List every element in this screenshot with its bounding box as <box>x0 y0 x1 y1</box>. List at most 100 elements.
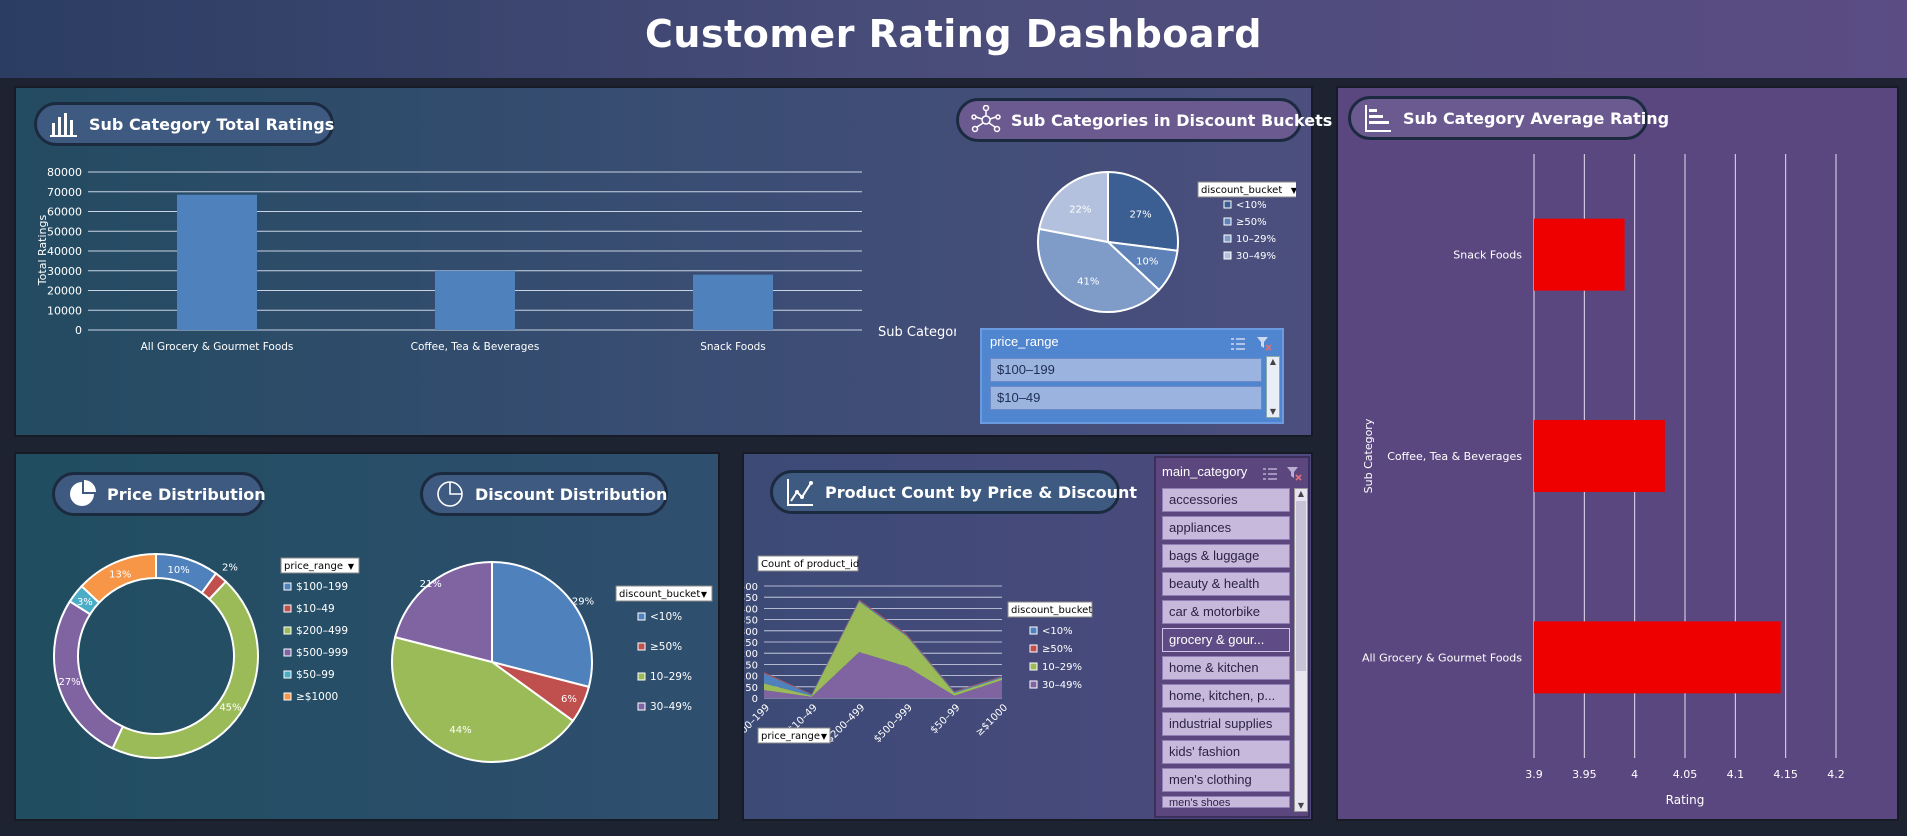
average-rating-title: Sub Category Average Rating <box>1403 108 1670 128</box>
discount-buckets-title-pill: Sub Categories in Discount Buckets <box>956 98 1332 142</box>
donut-slice <box>111 580 259 759</box>
bar <box>693 274 773 330</box>
price-distribution-title-pill: Price Distribution <box>52 472 266 516</box>
data-label: 10% <box>168 565 190 576</box>
y-tick-label: 30000 <box>47 265 82 278</box>
y-tick-label: 100 <box>744 672 758 683</box>
main-category-scrollbar[interactable]: ▲ ▼ <box>1294 488 1308 812</box>
main-category-option[interactable]: men's shoes <box>1162 796 1290 808</box>
main-category-slicer: main_category accessories appliances bags … <box>1154 456 1310 818</box>
bar-chart-icon <box>49 109 79 139</box>
legend-swatch <box>1029 626 1038 635</box>
main-category-option[interactable]: beauty & health <box>1162 572 1290 596</box>
legend-title: discount_bucket <box>1011 605 1092 616</box>
legend-title: price_range <box>284 561 343 572</box>
average-rating-title-pill: Sub Category Average Rating <box>1348 96 1669 140</box>
product-count-title: Product Count by Price & Discount <box>825 482 1138 502</box>
x-tick-label: $500–999 <box>872 702 915 745</box>
legend-swatch <box>1029 662 1038 671</box>
legend-label: ≥50% <box>1042 644 1073 655</box>
legend-label: $10–49 <box>296 603 335 615</box>
main-category-option[interactable]: bags & luggage <box>1162 544 1290 568</box>
multi-select-icon[interactable] <box>1262 466 1278 485</box>
y-tick-label: 500 <box>744 582 758 593</box>
data-label: 22% <box>1069 205 1091 216</box>
main-category-option[interactable]: kids' fashion <box>1162 740 1290 764</box>
legend-swatch <box>283 582 292 591</box>
legend-label: 10–29% <box>1236 234 1276 245</box>
y-tick-label: 300 <box>744 627 758 638</box>
y-tick-label: 20000 <box>47 285 82 298</box>
legend-swatch <box>283 626 292 635</box>
product-count-chart: Count of product_id 050100150200250300350… <box>744 555 1093 745</box>
main-category-option[interactable]: car & motorbike <box>1162 600 1290 624</box>
legend-label: <10% <box>1236 200 1267 211</box>
main-category-option[interactable]: home & kitchen <box>1162 656 1290 680</box>
price-range-slicer: price_range $100–199 $10–49 ▲ ▼ <box>980 328 1284 424</box>
legend-swatch <box>283 604 292 613</box>
clear-filter-icon[interactable] <box>1286 465 1302 485</box>
x-tick-label: All Grocery & Gourmet Foods <box>141 341 294 353</box>
price-range-option[interactable]: $10–49 <box>990 386 1262 410</box>
bar <box>1534 218 1625 291</box>
network-icon <box>971 104 1001 135</box>
legend-label: 30–49% <box>650 701 692 713</box>
horizontal-bar-icon <box>1363 103 1393 133</box>
y-tick-label: 250 <box>744 638 758 649</box>
y-axis-label: Sub Category <box>1362 418 1375 493</box>
y-tick-label: 70000 <box>47 186 82 199</box>
legend-title: discount_bucket <box>619 589 700 600</box>
pie-outline-icon <box>435 479 465 509</box>
clear-filter-icon[interactable] <box>1256 335 1272 355</box>
y-tick-label: Coffee, Tea & Beverages <box>1387 450 1522 463</box>
legend-label: <10% <box>1042 626 1073 637</box>
legend-swatch <box>1223 251 1232 260</box>
discount-buckets-title: Sub Categories in Discount Buckets <box>1011 110 1333 130</box>
y-tick-label: 350 <box>744 616 758 627</box>
bar <box>177 194 257 330</box>
multi-select-icon[interactable] <box>1230 336 1246 355</box>
line-chart-icon <box>785 477 815 507</box>
x-tick-label: 4.05 <box>1673 768 1698 781</box>
main-category-option[interactable]: men's clothing <box>1162 768 1290 792</box>
legend-label: <10% <box>650 611 682 623</box>
y-tick-label: 0 <box>75 324 82 337</box>
x-tick-label: Coffee, Tea & Beverages <box>411 341 540 353</box>
data-label: 21% <box>420 579 442 590</box>
legend-label: 10–29% <box>1042 662 1082 673</box>
main-category-option[interactable]: home, kitchen, p... <box>1162 684 1290 708</box>
y-tick-label: 40000 <box>47 245 82 258</box>
legend-swatch <box>637 702 646 711</box>
main-category-option[interactable]: industrial supplies <box>1162 712 1290 736</box>
x-tick-label: $50–99 <box>929 702 963 736</box>
main-category-option[interactable]: accessories <box>1162 488 1290 512</box>
y-tick-label: 10000 <box>47 304 82 317</box>
page-title: Customer Rating Dashboard <box>645 12 1262 56</box>
legend-swatch <box>1029 644 1038 653</box>
value-field-label: Count of product_id <box>761 559 859 570</box>
legend-label: 10–29% <box>650 671 692 683</box>
legend-label: $100–199 <box>296 581 348 593</box>
legend-swatch <box>283 648 292 657</box>
discount-buckets-chart: 27% 10% 41% 22% discount_bucket ▼ <10% ≥50% 10–2… <box>1037 170 1296 313</box>
average-rating-panel: Sub Category Average Rating 3.9 3.95 4 4.05… <box>1336 86 1899 821</box>
main-category-option[interactable]: grocery & gour... <box>1162 628 1290 652</box>
distribution-charts: 10% 2% 45% 27% 3% 13% price_range ▼ $100–199 $10–… <box>53 552 713 763</box>
average-rating-chart: 3.9 3.95 4 4.05 4.1 4.15 4.2 Snack Foods Coffee,… <box>1362 154 1845 807</box>
y-tick-label: 0 <box>752 694 758 705</box>
y-tick-label: 150 <box>744 660 758 671</box>
x-tick-label: 4 <box>1631 768 1638 781</box>
x-tick-label: Snack Foods <box>700 341 766 353</box>
x-axis-label: Sub Category <box>878 325 956 340</box>
main-category-option[interactable]: appliances <box>1162 516 1290 540</box>
price-range-option[interactable]: $100–199 <box>990 358 1262 382</box>
price-range-slicer-title: price_range <box>990 334 1059 349</box>
price-range-scrollbar[interactable]: ▲ ▼ <box>1266 356 1280 418</box>
y-tick-label: 400 <box>744 604 758 615</box>
x-axis-label: Rating <box>1666 793 1705 807</box>
legend-label: 30–49% <box>1042 680 1082 691</box>
legend-swatch <box>1223 200 1232 209</box>
chevron-down-icon: ▼ <box>1291 186 1296 195</box>
legend-swatch <box>637 642 646 651</box>
x-tick-label: 4.2 <box>1827 768 1845 781</box>
